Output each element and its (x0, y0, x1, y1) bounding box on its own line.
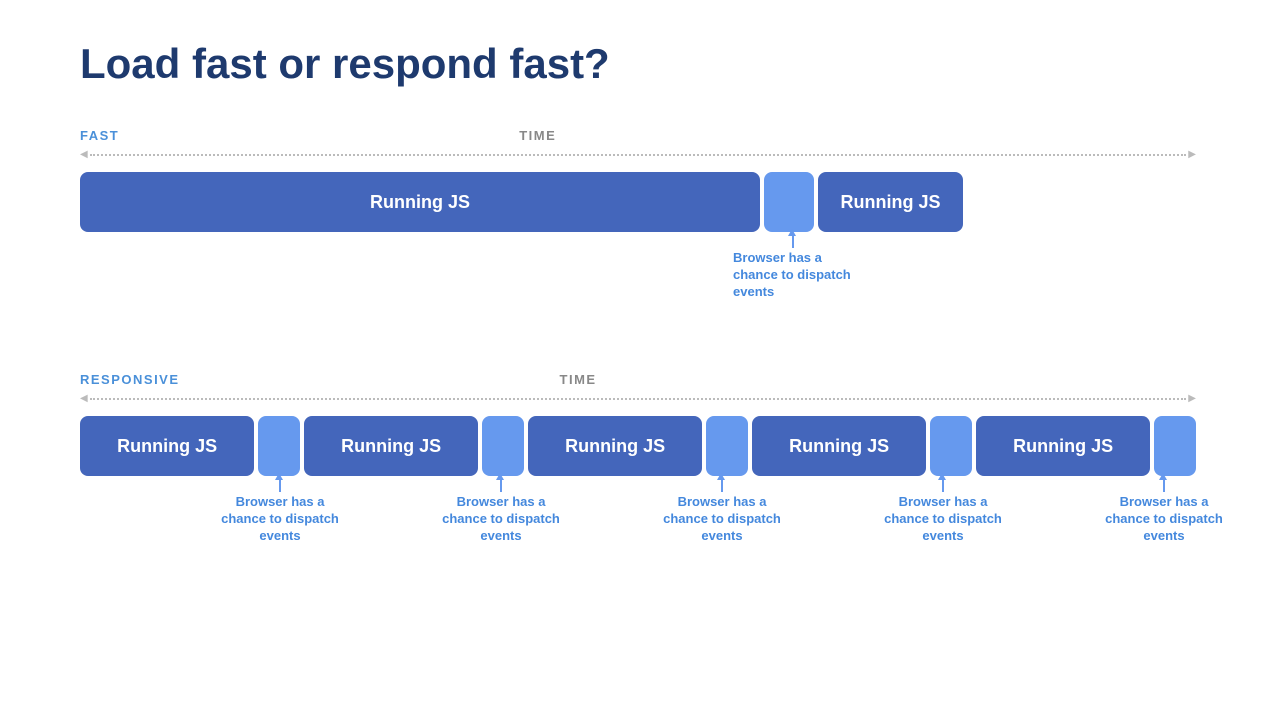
fast-time-arrow (80, 149, 1196, 160)
responsive-time-arrow (80, 393, 1196, 404)
resp-annotation-5: Browser has a chance to dispatch events (1143, 476, 1185, 545)
responsive-blocks-row: Running JS Running JS Running JS Running… (80, 416, 1196, 476)
fast-running-js-1: Running JS (80, 172, 760, 232)
responsive-section: RESPONSIVE TIME Running JS Running JS Ru… (80, 372, 1196, 476)
resp-gap-4 (930, 416, 972, 476)
resp-gap-3 (706, 416, 748, 476)
resp-annotation-2: Browser has a chance to dispatch events (480, 476, 522, 545)
resp-running-js-3: Running JS (528, 416, 702, 476)
responsive-label: RESPONSIVE (80, 372, 180, 387)
resp-annotation-3: Browser has a chance to dispatch events (701, 476, 743, 545)
resp-annotation-1: Browser has a chance to dispatch events (259, 476, 301, 545)
fast-label: FAST (80, 128, 119, 143)
resp-gap-5 (1154, 416, 1196, 476)
fast-annotation: Browser has a chance to dispatch events (768, 232, 818, 301)
resp-gap-1 (258, 416, 300, 476)
resp-gap-2 (482, 416, 524, 476)
fast-gap-block (764, 172, 814, 232)
resp-running-js-5: Running JS (976, 416, 1150, 476)
resp-running-js-2: Running JS (304, 416, 478, 476)
fast-time-label: TIME (519, 128, 556, 143)
resp-running-js-1: Running JS (80, 416, 254, 476)
resp-running-js-4: Running JS (752, 416, 926, 476)
fast-running-js-2: Running JS (818, 172, 963, 232)
fast-blocks-row: Running JS Running JS (80, 172, 1196, 232)
page-title: Load fast or respond fast? (80, 40, 1196, 88)
resp-annotation-4: Browser has a chance to dispatch events (922, 476, 964, 545)
fast-section: FAST TIME Running JS Running JS Browser … (80, 128, 1196, 232)
fast-annotation-text: Browser has a chance to dispatch events (733, 250, 863, 301)
responsive-time-label: TIME (560, 372, 597, 387)
